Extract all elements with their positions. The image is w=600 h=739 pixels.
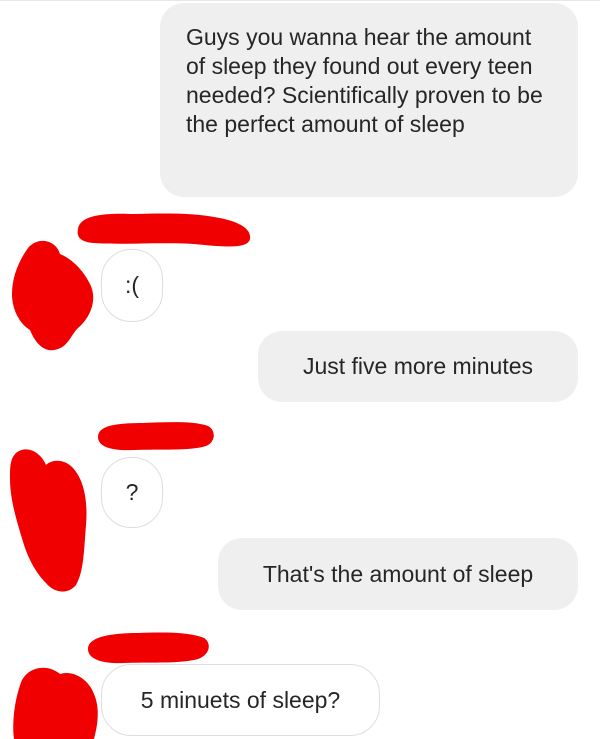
message-text: Guys you wanna hear the amount of sleep … xyxy=(186,24,550,137)
redacted-avatar xyxy=(8,236,98,352)
received-message-bubble[interactable]: 5 minuets of sleep? xyxy=(101,664,380,736)
redacted-sender-name xyxy=(74,205,256,253)
redacted-sender-name xyxy=(94,417,216,455)
redacted-avatar xyxy=(6,445,92,595)
top-divider xyxy=(0,0,600,1)
received-message-bubble[interactable]: ? xyxy=(101,457,163,528)
redacted-avatar xyxy=(8,660,100,739)
message-text: That's the amount of sleep xyxy=(262,560,534,587)
sent-message-bubble[interactable]: Guys you wanna hear the amount of sleep … xyxy=(160,3,578,197)
sent-message-bubble[interactable]: Just five more minutes xyxy=(258,331,578,402)
message-text: ? xyxy=(125,479,139,505)
message-text: 5 minuets of sleep? xyxy=(140,686,341,713)
message-text: Just five more minutes xyxy=(302,353,534,379)
received-message-bubble[interactable]: :( xyxy=(101,249,163,322)
message-text: :( xyxy=(124,272,140,298)
sent-message-bubble[interactable]: That's the amount of sleep xyxy=(218,538,578,610)
redacted-sender-name xyxy=(84,629,212,667)
